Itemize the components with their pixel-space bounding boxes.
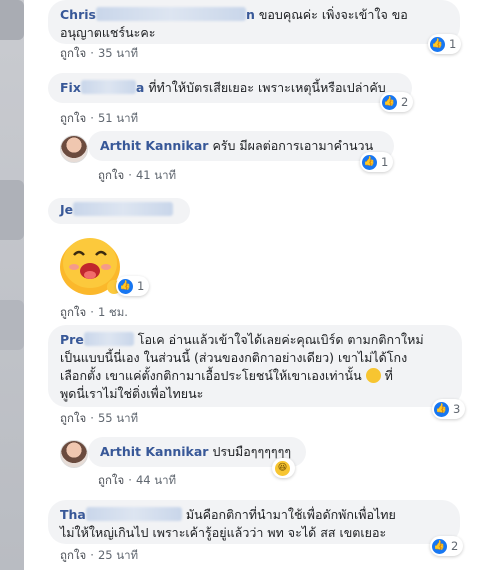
comment-text-line4: ที่ bbox=[384, 368, 393, 383]
timestamp[interactable]: 44 นาที bbox=[136, 473, 176, 487]
comment-bubble: Chris n ขอบคุณค่ะ เพิ่งจะเข้าใจ ขอ อนุญาต… bbox=[48, 0, 460, 44]
comment-text: ครับ มีผลต่อการเอามาคำนวน bbox=[212, 138, 374, 153]
comment-text-line2: อนุญาตแชร์นะคะ bbox=[60, 25, 156, 40]
commenter-name[interactable]: Tha bbox=[60, 507, 86, 522]
reaction-count[interactable]: 👍 1 bbox=[360, 152, 394, 172]
timestamp[interactable]: 41 นาที bbox=[136, 168, 176, 182]
comment-bubble: Pre โอเค อ่านแล้วเข้าใจได้เลยค่ะคุณเบิร์… bbox=[48, 325, 462, 407]
comment-text: มันคือกติกาที่นำมาใช้เพื่อดักพักเพื่อไทย bbox=[185, 507, 396, 522]
comment-text: ปรบมือๆๆๆๆๆๆ bbox=[212, 444, 292, 459]
thumbs-up-icon: 👍 bbox=[118, 278, 133, 294]
left-sidebar bbox=[0, 0, 24, 570]
commenter-name[interactable]: Pre bbox=[60, 332, 84, 347]
commenter-name[interactable]: Arthit Kannikar bbox=[100, 138, 208, 153]
like-link[interactable]: ถูกใจ bbox=[60, 46, 86, 60]
comment-text-line2: ไม่ให้ใหญ่เกินไป เพราะเค้ารู้อยู่แล้วว่า… bbox=[60, 525, 387, 540]
thumbs-up-icon: 👍 bbox=[432, 538, 447, 554]
comment-meta: ถูกใจ · 1 ชม. bbox=[60, 305, 128, 319]
timestamp[interactable]: 1 ชม. bbox=[98, 305, 128, 319]
like-link[interactable]: ถูกใจ bbox=[60, 111, 86, 125]
redacted-name bbox=[95, 7, 246, 21]
redacted-name bbox=[83, 332, 134, 346]
commenter-name[interactable]: Fix bbox=[60, 80, 81, 95]
reply-bubble: Arthit Kannikar ครับ มีผลต่อการเอามาคำนว… bbox=[88, 131, 394, 161]
laughing-face-icon: 😆 bbox=[275, 460, 290, 476]
comment-meta: ถูกใจ · 44 นาที bbox=[98, 473, 177, 487]
comment-meta: ถูกใจ · 51 นาที bbox=[60, 111, 139, 125]
timestamp[interactable]: 25 นาที bbox=[98, 548, 138, 562]
commenter-name[interactable]: Je bbox=[60, 202, 73, 217]
comment-meta: ถูกใจ · 35 นาที bbox=[60, 46, 139, 60]
commenter-name[interactable]: Arthit Kannikar bbox=[100, 444, 208, 459]
reaction-count[interactable]: 👍 2 bbox=[380, 92, 414, 112]
smiling-face-icon bbox=[365, 368, 381, 383]
thumbs-up-icon: 👍 bbox=[430, 36, 445, 52]
comment-text: ที่ทำให้บัตรเสียเยอะ เพราะเหตุนี้หรือเปล… bbox=[148, 80, 386, 95]
haha-reaction[interactable]: 😆 bbox=[272, 458, 295, 478]
reaction-count[interactable]: 👍 2 bbox=[430, 536, 464, 556]
comment-meta: ถูกใจ · 25 นาที bbox=[60, 548, 139, 562]
like-link[interactable]: ถูกใจ bbox=[60, 411, 86, 425]
like-link[interactable]: ถูกใจ bbox=[60, 305, 86, 319]
comment-text-line5: พูดนี่เราไม่ใช่ติ่งเพื่อไทยนะ bbox=[60, 386, 204, 401]
commenter-name-end[interactable]: n bbox=[246, 7, 255, 22]
commenter-name[interactable]: Chris bbox=[60, 7, 96, 22]
comment-bubble: Je bbox=[48, 198, 190, 224]
thumbs-up-icon: 👍 bbox=[362, 154, 377, 170]
redacted-name bbox=[73, 202, 174, 216]
avatar[interactable] bbox=[60, 440, 88, 468]
avatar[interactable] bbox=[60, 135, 88, 163]
redacted-name bbox=[80, 80, 136, 94]
comment-bubble: Tha มันคือกติกาที่นำมาใช้เพื่อดักพักเพื่… bbox=[48, 500, 460, 544]
redacted-name bbox=[85, 507, 182, 521]
comment-meta: ถูกใจ · 55 นาที bbox=[60, 411, 139, 425]
thumbs-up-icon: 👍 bbox=[434, 401, 449, 417]
commenter-name-end[interactable]: a bbox=[136, 80, 144, 95]
like-link[interactable]: ถูกใจ bbox=[98, 168, 124, 182]
reaction-count[interactable]: 👍 3 bbox=[432, 399, 466, 419]
comment-text-line2: เป็นแบบนี้นี่เอง ในส่วนนี้ (ส่วนของกติกา… bbox=[60, 350, 408, 365]
comment-text: โอเค อ่านแล้วเข้าใจได้เลยค่ะคุณเบิร์ด ตา… bbox=[137, 332, 424, 347]
comment-meta: ถูกใจ · 41 นาที bbox=[98, 168, 177, 182]
reaction-count[interactable]: 👍 1 bbox=[428, 34, 462, 54]
timestamp[interactable]: 51 นาที bbox=[98, 111, 138, 125]
comment-text: ขอบคุณค่ะ เพิ่งจะเข้าใจ ขอ bbox=[258, 7, 408, 22]
thumbs-up-icon: 👍 bbox=[382, 94, 397, 110]
timestamp[interactable]: 55 นาที bbox=[98, 411, 138, 425]
like-link[interactable]: ถูกใจ bbox=[60, 548, 86, 562]
like-link[interactable]: ถูกใจ bbox=[98, 473, 124, 487]
reaction-count[interactable]: 👍 1 bbox=[116, 276, 150, 296]
comment-bubble: Fix a ที่ทำให้บัตรเสียเยอะ เพราะเหตุนี้หร… bbox=[48, 73, 412, 103]
timestamp[interactable]: 35 นาที bbox=[98, 46, 138, 60]
comment-text-line3: เลือกตั้ง เขาแค่ตั้งกติกามาเอื้อประโยชน์… bbox=[60, 368, 362, 383]
